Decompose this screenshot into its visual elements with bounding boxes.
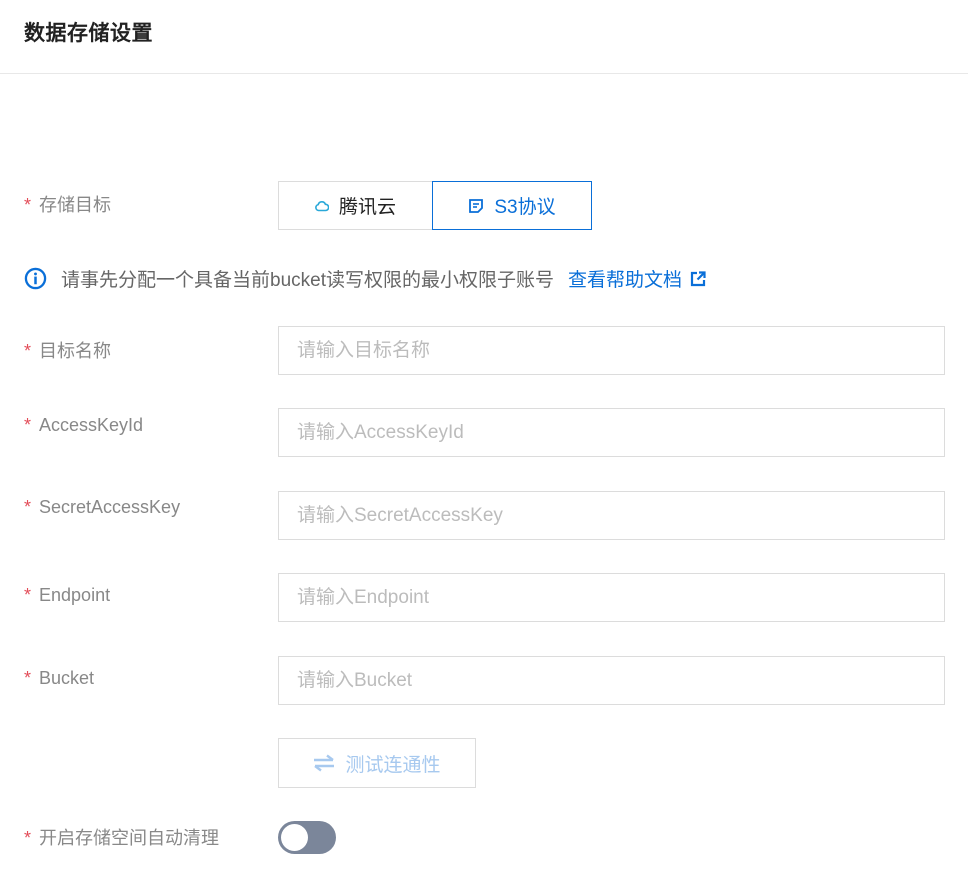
- required-mark: *: [24, 195, 32, 215]
- option-tencent-cloud[interactable]: 腾讯云: [278, 181, 433, 230]
- target-name-label: * 目标名称: [24, 341, 112, 361]
- auto-cleanup-label: * 开启存储空间自动清理: [24, 828, 220, 848]
- account-notice: 请事先分配一个具备当前bucket读写权限的最小权限子账号 查看帮助文档: [24, 265, 706, 292]
- info-icon: [24, 267, 47, 290]
- secret-access-key-label: * SecretAccessKey: [24, 497, 181, 517]
- access-key-id-input[interactable]: [278, 408, 945, 457]
- required-mark: *: [24, 828, 32, 848]
- test-connectivity-button[interactable]: 测试连通性: [278, 738, 476, 788]
- required-mark: *: [24, 415, 32, 435]
- required-mark: *: [24, 341, 32, 361]
- help-doc-link[interactable]: 查看帮助文档: [568, 265, 706, 292]
- toggle-knob: [281, 824, 308, 851]
- document-icon: [469, 198, 484, 213]
- external-link-icon: [690, 270, 706, 286]
- bucket-label: * Bucket: [24, 668, 95, 688]
- required-mark: *: [24, 585, 32, 605]
- endpoint-label: * Endpoint: [24, 585, 111, 605]
- page-header: 数据存储设置: [0, 0, 968, 74]
- storage-target-selector: 腾讯云 S3协议: [278, 181, 592, 230]
- bucket-input[interactable]: [278, 656, 945, 705]
- test-connectivity-label: 测试连通性: [345, 754, 441, 776]
- notice-text: 请事先分配一个具备当前bucket读写权限的最小权限子账号: [61, 270, 554, 291]
- required-mark: *: [24, 497, 32, 517]
- cloud-icon: [315, 200, 329, 211]
- required-mark: *: [24, 668, 32, 688]
- option-label: S3协议: [494, 197, 556, 218]
- auto-cleanup-toggle[interactable]: [278, 821, 336, 854]
- option-label: 腾讯云: [338, 197, 396, 218]
- endpoint-input[interactable]: [278, 573, 945, 622]
- page-title: 数据存储设置: [24, 21, 153, 45]
- secret-access-key-input[interactable]: [278, 491, 945, 540]
- swap-arrows-icon: [314, 754, 335, 772]
- target-name-input[interactable]: [278, 326, 945, 375]
- option-s3-protocol[interactable]: S3协议: [432, 181, 592, 230]
- storage-target-label: * 存储目标: [24, 195, 112, 215]
- access-key-id-label: * AccessKeyId: [24, 415, 144, 435]
- help-doc-link-label: 查看帮助文档: [567, 270, 682, 291]
